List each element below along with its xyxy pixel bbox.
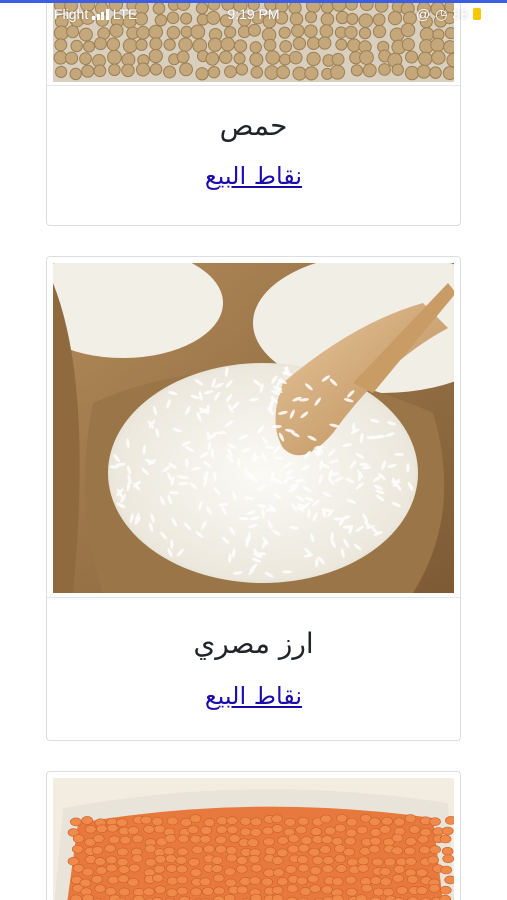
points-of-sale-link[interactable]: نقاط البيع (47, 162, 460, 190)
product-card: ارز مصري نقاط البيع (46, 256, 461, 741)
alarm-icon: ◷ (435, 5, 448, 22)
status-right: @ ◷ 33 (416, 6, 481, 23)
points-of-sale-link[interactable]: نقاط البيع (47, 682, 460, 710)
product-card (46, 771, 461, 900)
egyptian-rice-image (53, 263, 454, 593)
card-divider (47, 85, 460, 86)
red-lentils-image (53, 778, 454, 900)
lentils-illustration (53, 778, 454, 900)
product-name: ارز مصري (193, 627, 314, 660)
app-screen: Flight LTE 9:19 PM @ ◷ 33 حمص نقاط البيع (0, 0, 507, 900)
rice-illustration (53, 263, 454, 593)
card-divider (47, 597, 460, 598)
page-load-progress-bar (0, 0, 507, 3)
battery-percent: 33 (452, 6, 468, 22)
status-bar: Flight LTE 9:19 PM @ ◷ 33 (0, 3, 507, 25)
at-sign-icon: @ (415, 6, 431, 22)
product-name: حمص (219, 109, 288, 142)
battery-icon (473, 8, 481, 20)
product-card: حمص نقاط البيع (46, 0, 461, 226)
